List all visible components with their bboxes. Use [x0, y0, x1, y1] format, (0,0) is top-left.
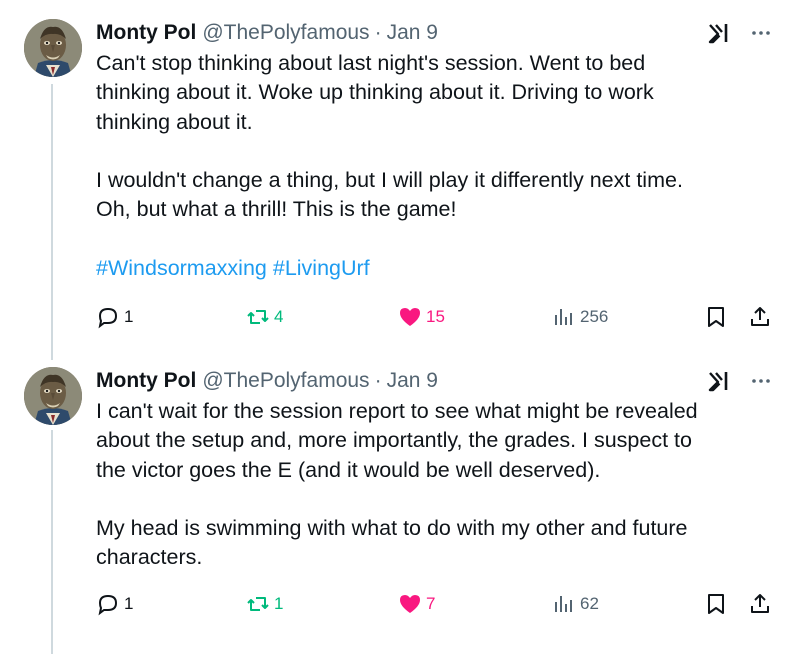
heart-icon [400, 595, 420, 613]
like-count: 15 [426, 307, 445, 326]
bookmark-button[interactable] [704, 305, 732, 329]
tweet-text: I can't wait for the session report to s… [96, 397, 786, 573]
separator: · [374, 21, 382, 44]
retweet-count: 4 [274, 307, 284, 326]
retweet-button[interactable]: 1 [246, 592, 283, 616]
retweet-icon [247, 310, 269, 324]
reply-button[interactable]: 1 [96, 305, 133, 329]
bookmark-button[interactable] [704, 592, 732, 616]
tweet-header: Monty Pol @ThePolyfamous · Jan 9 [96, 367, 786, 395]
view-count: 256 [580, 307, 609, 326]
tweet-date[interactable]: Jan 9 [387, 21, 438, 45]
share-icon [751, 594, 769, 613]
reply-icon [98, 594, 118, 616]
views-button[interactable]: 62 [552, 592, 599, 616]
tweet-content: Monty Pol @ThePolyfamous · Jan 9 I can't… [96, 367, 786, 573]
more-icon[interactable] [746, 19, 776, 47]
like-button[interactable]: 15 [398, 305, 445, 329]
share-icon [751, 307, 769, 326]
views-icon [555, 309, 572, 325]
separator: · [374, 369, 382, 392]
author-name[interactable]: Monty Pol [96, 369, 196, 393]
tweet[interactable]: Monty Pol @ThePolyfamous · Jan 9 I can't… [0, 367, 803, 654]
heart-icon [400, 308, 420, 326]
reply-count: 1 [124, 594, 134, 613]
tweet-paragraph: I wouldn't change a thing, but I will pl… [96, 168, 683, 222]
tweet-actions: 1 4 15 256 [96, 305, 796, 335]
bookmark-icon [708, 307, 724, 327]
retweet-count: 1 [274, 594, 284, 613]
views-icon [555, 596, 572, 612]
author-name[interactable]: Monty Pol [96, 21, 196, 45]
tweet-paragraph: I can't wait for the session report to s… [96, 399, 698, 482]
retweet-button[interactable]: 4 [246, 305, 283, 329]
retweet-icon [247, 597, 269, 611]
avatar[interactable] [24, 367, 82, 425]
reply-button[interactable]: 1 [96, 592, 133, 616]
more-icon[interactable] [746, 367, 776, 395]
tweet-header: Monty Pol @ThePolyfamous · Jan 9 [96, 19, 786, 47]
tweet-actions: 1 1 7 62 [96, 592, 796, 622]
hashtag-link[interactable]: #Windsormaxxing [96, 256, 267, 280]
share-button[interactable] [748, 305, 776, 329]
like-count: 7 [426, 594, 436, 613]
tweet[interactable]: Monty Pol @ThePolyfamous · Jan 9 Can't s… [0, 19, 803, 349]
tweet-paragraph: Can't stop thinking about last night's s… [96, 51, 654, 134]
hashtag-link[interactable]: #LivingUrf [273, 256, 370, 280]
author-handle[interactable]: @ThePolyfamous [202, 369, 369, 393]
bookmark-icon [708, 594, 724, 614]
share-button[interactable] [748, 592, 776, 616]
view-count: 62 [580, 594, 599, 613]
grok-icon[interactable] [707, 21, 731, 45]
reply-count: 1 [124, 307, 134, 326]
tweet-content: Monty Pol @ThePolyfamous · Jan 9 Can't s… [96, 19, 786, 283]
reply-icon [98, 307, 118, 329]
tweet-paragraph: My head is swimming with what to do with… [96, 516, 688, 570]
views-button[interactable]: 256 [552, 305, 608, 329]
author-handle[interactable]: @ThePolyfamous [202, 21, 369, 45]
grok-icon[interactable] [707, 369, 731, 393]
avatar[interactable] [24, 19, 82, 77]
tweet-text: Can't stop thinking about last night's s… [96, 49, 786, 283]
tweet-date[interactable]: Jan 9 [387, 369, 438, 393]
like-button[interactable]: 7 [398, 592, 435, 616]
